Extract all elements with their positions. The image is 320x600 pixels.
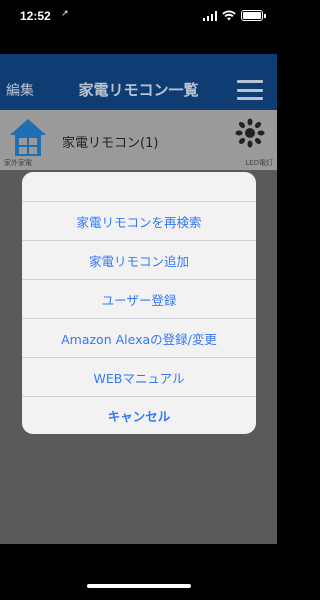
- add-remote-button[interactable]: 家電リモコン追加: [22, 241, 256, 280]
- web-manual-button[interactable]: WEBマニュアル: [22, 358, 256, 397]
- house-icon: [10, 119, 46, 156]
- status-time: 12:52: [20, 9, 51, 23]
- cellular-signal-icon: [202, 10, 217, 21]
- hamburger-menu-icon[interactable]: [237, 80, 263, 100]
- action-sheet-header: [22, 172, 256, 202]
- led-light-icon: [235, 118, 265, 148]
- page-title: 家電リモコン一覧: [78, 81, 199, 99]
- device-name: 家電リモコン(1): [62, 136, 159, 151]
- device-list-item[interactable]: 家外家電 家電リモコン(1) LED電灯: [0, 110, 277, 170]
- battery-icon: [241, 10, 266, 21]
- user-registration-button[interactable]: ユーザー登録: [22, 280, 256, 319]
- status-bar: 12:52 ↗: [0, 0, 277, 34]
- device-type-label: LED電灯: [245, 159, 273, 167]
- cancel-button[interactable]: キャンセル: [22, 397, 256, 434]
- action-sheet: 家電リモコンを再検索 家電リモコン追加 ユーザー登録 Amazon Alexaの…: [22, 172, 256, 434]
- rescan-remote-button[interactable]: 家電リモコンを再検索: [22, 202, 256, 241]
- alexa-registration-button[interactable]: Amazon Alexaの登録/変更: [22, 319, 256, 358]
- home-indicator[interactable]: [87, 584, 191, 588]
- nav-bar: 編集 家電リモコン一覧: [0, 54, 277, 110]
- location-arrow-icon: ↗: [61, 9, 69, 19]
- wifi-icon: [222, 10, 236, 21]
- device-category-label: 家外家電: [4, 159, 32, 167]
- status-icons: [202, 10, 266, 21]
